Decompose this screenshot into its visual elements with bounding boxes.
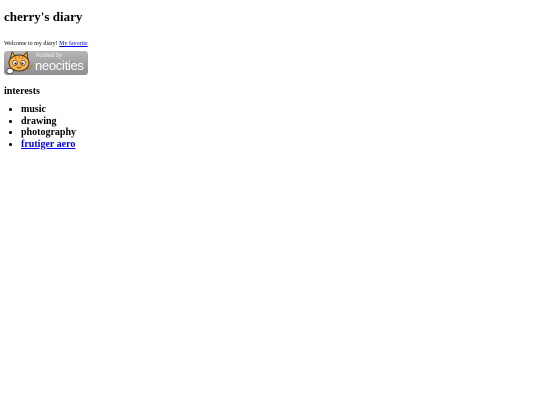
interest-music: music — [21, 104, 46, 115]
neocities-cat-icon — [6, 51, 34, 74]
interest-drawing: drawing — [21, 115, 57, 127]
interest-photography: photography — [21, 127, 77, 138]
neocities-badge[interactable]: hosted by neocities — [4, 51, 88, 75]
list-item: drawing — [21, 116, 536, 128]
page: cherry's diary Welcome to my diary! My f… — [0, 0, 540, 405]
list-item: photography — [21, 127, 536, 139]
interests-list: music drawing photography frutiger aero — [4, 104, 536, 150]
list-item: frutiger aero — [21, 139, 536, 151]
neocities-brand-label: neocities — [35, 58, 84, 73]
list-item: music — [21, 104, 536, 116]
favorite-link[interactable]: My favorite — [59, 41, 88, 47]
welcome-line: Welcome to my diary! My favorite — [4, 40, 536, 48]
interests-heading: interests — [4, 86, 40, 97]
welcome-text: Welcome to my diary! — [4, 41, 60, 47]
page-title: cherry's diary — [4, 9, 83, 24]
interest-frutiger-aero-link[interactable]: frutiger aero — [21, 139, 75, 150]
